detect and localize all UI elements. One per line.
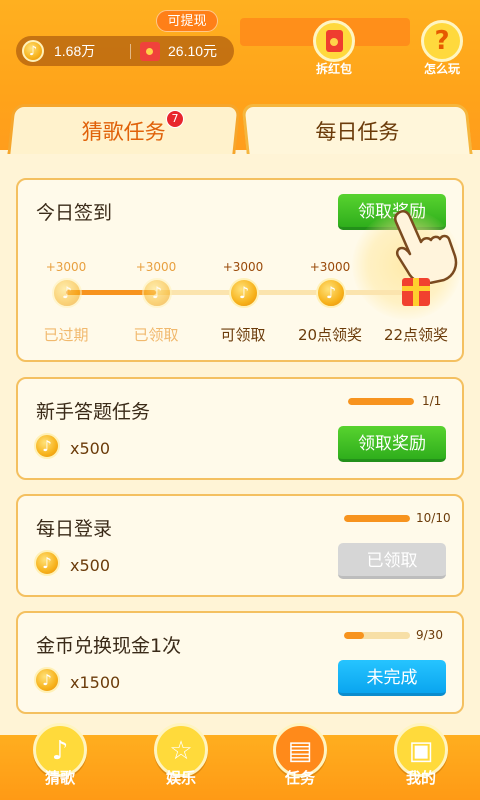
how-to-play-label: 怎么玩 bbox=[423, 62, 460, 76]
question-mark-icon: ? bbox=[434, 26, 450, 56]
claimed-button[interactable]: 已领取 bbox=[338, 543, 446, 579]
nav-label: 猜歌 bbox=[44, 769, 75, 787]
checkin-title: 今日签到 bbox=[36, 202, 113, 224]
nav-label: 任务 bbox=[284, 769, 315, 787]
cash-balance: 26.10元 bbox=[168, 43, 218, 59]
wallet-icon: ▣ bbox=[408, 736, 434, 766]
red-packet-circle bbox=[313, 20, 355, 62]
coin-icon bbox=[34, 550, 60, 576]
divider bbox=[130, 44, 131, 59]
balance-pill[interactable]: 1.68万 26.10元 bbox=[16, 36, 234, 66]
step-bonus: +3000 bbox=[222, 260, 264, 274]
coin-icon bbox=[34, 433, 60, 459]
coin-icon bbox=[52, 278, 82, 308]
clipboard-icon: ▤ bbox=[287, 736, 313, 766]
gift-box-icon bbox=[402, 278, 430, 306]
open-red-packet-label: 拆红包 bbox=[315, 62, 352, 76]
task-card-coin-exchange: 金币兑换现金1次 x1500 9/30 未完成 bbox=[16, 611, 464, 714]
how-to-play-button[interactable]: ? 怎么玩 bbox=[416, 20, 468, 76]
task-progress-text: 1/1 bbox=[422, 394, 442, 408]
task-progress-fill bbox=[344, 632, 364, 639]
withdraw-button[interactable]: 可提现 bbox=[156, 10, 218, 32]
task-title: 金币兑换现金1次 bbox=[36, 635, 182, 657]
task-reward: x500 bbox=[70, 439, 111, 458]
pointing-hand-icon bbox=[393, 209, 458, 284]
tab-guess-song-tasks[interactable]: 猜歌任务 bbox=[7, 104, 241, 154]
red-packet-icon bbox=[326, 30, 343, 52]
music-note-icon: ♪ bbox=[51, 736, 69, 766]
step-bonus: +3000 bbox=[135, 260, 177, 274]
task-progress-fill bbox=[348, 398, 414, 405]
help-circle: ? bbox=[421, 20, 463, 62]
open-red-packet-button[interactable]: 拆红包 bbox=[308, 20, 360, 76]
task-card-daily-login: 每日登录 x500 10/10 已领取 bbox=[16, 494, 464, 597]
coin-icon bbox=[142, 278, 172, 308]
star-icon: ☆ bbox=[169, 736, 193, 766]
tab-guess-song-tasks-label: 猜歌任务 bbox=[81, 120, 166, 144]
red-packet-icon bbox=[140, 42, 160, 61]
incomplete-button[interactable]: 未完成 bbox=[338, 660, 446, 696]
task-card-newbie-quiz: 新手答题任务 x500 1/1 领取奖励 bbox=[16, 377, 464, 480]
coin-icon bbox=[34, 667, 60, 693]
step-label: 已过期 bbox=[43, 326, 89, 344]
task-progress-text: 9/30 bbox=[416, 628, 443, 642]
tab-daily-tasks-label: 每日任务 bbox=[315, 120, 400, 144]
coin-balance: 1.68万 bbox=[54, 43, 96, 59]
notification-badge: 7 bbox=[166, 110, 184, 128]
nav-tasks[interactable]: ▤ 任务 bbox=[266, 723, 334, 799]
task-reward: x500 bbox=[70, 556, 111, 575]
task-progress-bar bbox=[344, 632, 410, 639]
task-title: 新手答题任务 bbox=[36, 401, 151, 423]
step-label: 22点领奖 bbox=[383, 326, 449, 344]
coin-icon bbox=[316, 278, 346, 308]
nav-guess-song[interactable]: ♪ 猜歌 bbox=[26, 723, 94, 799]
task-progress-bar bbox=[344, 515, 410, 522]
task-progress-fill bbox=[344, 515, 410, 522]
nav-label: 娱乐 bbox=[165, 769, 196, 787]
step-label: 已领取 bbox=[133, 326, 179, 344]
task-title: 每日登录 bbox=[36, 518, 113, 540]
coin-icon[interactable] bbox=[229, 278, 259, 308]
nav-mine[interactable]: ▣ 我的 bbox=[387, 723, 455, 799]
daily-checkin-card: 今日签到 领取奖励 +3000 +3000 +3000 +3000 已过期 已领… bbox=[16, 178, 464, 362]
nav-label: 我的 bbox=[405, 769, 436, 787]
step-bonus: +3000 bbox=[309, 260, 351, 274]
checkin-rail-pending bbox=[156, 290, 416, 295]
nav-entertainment[interactable]: ☆ 娱乐 bbox=[147, 723, 215, 799]
claim-reward-button[interactable]: 领取奖励 bbox=[338, 426, 446, 462]
task-progress-bar bbox=[348, 398, 414, 405]
step-bonus: +3000 bbox=[45, 260, 87, 274]
step-label: 20点领奖 bbox=[297, 326, 363, 344]
coin-icon bbox=[22, 40, 44, 62]
task-reward: x1500 bbox=[70, 673, 121, 692]
step-label: 可领取 bbox=[220, 326, 266, 344]
task-progress-text: 10/10 bbox=[416, 511, 451, 525]
tab-daily-tasks[interactable]: 每日任务 bbox=[241, 104, 473, 154]
bottom-nav: ♪ 猜歌 ☆ 娱乐 ▤ 任务 ▣ 我的 bbox=[0, 723, 480, 800]
